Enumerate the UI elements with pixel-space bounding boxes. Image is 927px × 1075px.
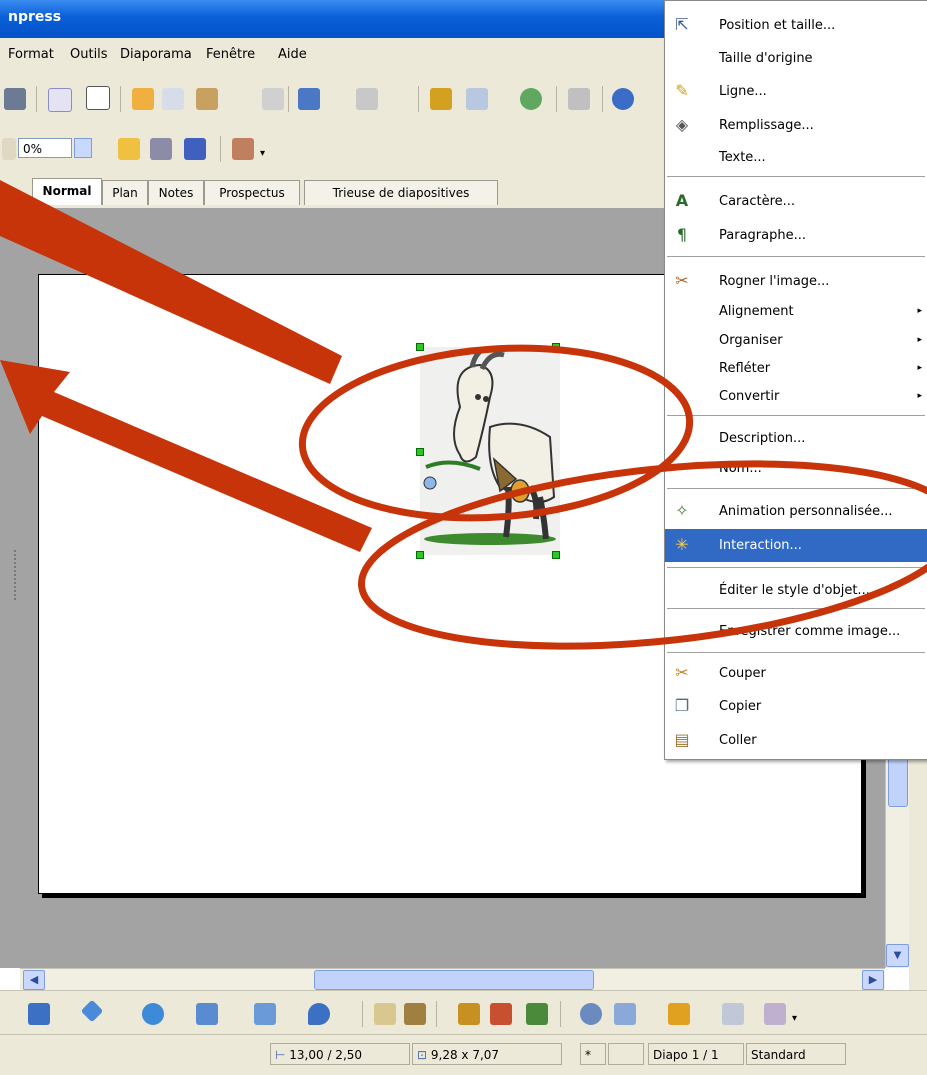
annotation-arrow-lower [0, 360, 372, 552]
annotation-overlay [0, 180, 927, 650]
annotation-ellipse-menu [358, 460, 927, 650]
annotation-arrow-upper [0, 180, 342, 384]
